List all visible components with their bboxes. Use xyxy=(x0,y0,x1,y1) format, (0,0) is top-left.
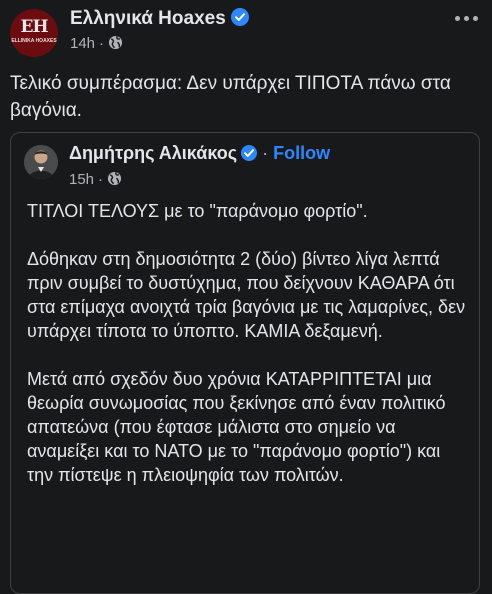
post-meta: 14h · xyxy=(70,35,123,54)
shared-paragraph: Μετά από σχεδόν δυο χρόνια ΚΑΤΑΡΡΙΠΤΕΤΑΙ… xyxy=(27,369,446,485)
shared-post-card[interactable]: Δημήτρης Αλικάκος · Follow 15h · ΤΙΤΛΟΙ ΤΕΛ… xyxy=(10,132,480,594)
post-header: EH ELLINIKA HOAXES Ελληνικά Hoaxes 14h · xyxy=(0,0,492,62)
verified-badge-icon xyxy=(241,145,258,161)
globe-icon xyxy=(107,171,122,190)
post-timestamp[interactable]: 14h xyxy=(70,35,95,52)
shared-post-meta: 15h · xyxy=(69,171,122,190)
author-name-link[interactable]: Δημήτρης Αλικάκος xyxy=(69,143,237,163)
post-body-text: Τελικό συμπέρασμα: Δεν υπάρχει ΤΙΠΟΤΑ πά… xyxy=(10,73,451,121)
globe-icon xyxy=(108,35,123,54)
author-avatar[interactable] xyxy=(24,145,58,179)
verified-badge-icon xyxy=(230,8,249,26)
avatar-logo-text: EH xyxy=(20,17,48,37)
follow-separator: · xyxy=(262,143,269,163)
meta-separator: · xyxy=(99,35,105,52)
shared-post-body: ΤΙΤΛΟΙ ΤΕΛΟΥΣ με το "παράνομο φορτίο". Δ… xyxy=(27,199,467,511)
shared-paragraph: Δόθηκαν στη δημοσιότητα 2 (δύο) βίντεο λ… xyxy=(27,249,466,341)
more-options-icon[interactable] xyxy=(452,10,482,26)
page-avatar[interactable]: EH ELLINIKA HOAXES xyxy=(10,9,58,57)
page-name-row: Ελληνικά Hoaxes xyxy=(70,8,249,30)
follow-button[interactable]: Follow xyxy=(273,143,330,163)
page-name-link[interactable]: Ελληνικά Hoaxes xyxy=(70,8,226,29)
shared-post-timestamp[interactable]: 15h xyxy=(69,171,94,188)
shared-author-row: Δημήτρης Αλικάκος · Follow xyxy=(69,143,330,164)
shared-paragraph: ΤΙΤΛΟΙ ΤΕΛΟΥΣ με το "παράνομο φορτίο". xyxy=(27,201,368,221)
meta-separator: · xyxy=(98,171,104,188)
avatar-logo-subtext: ELLINIKA HOAXES xyxy=(11,38,57,44)
